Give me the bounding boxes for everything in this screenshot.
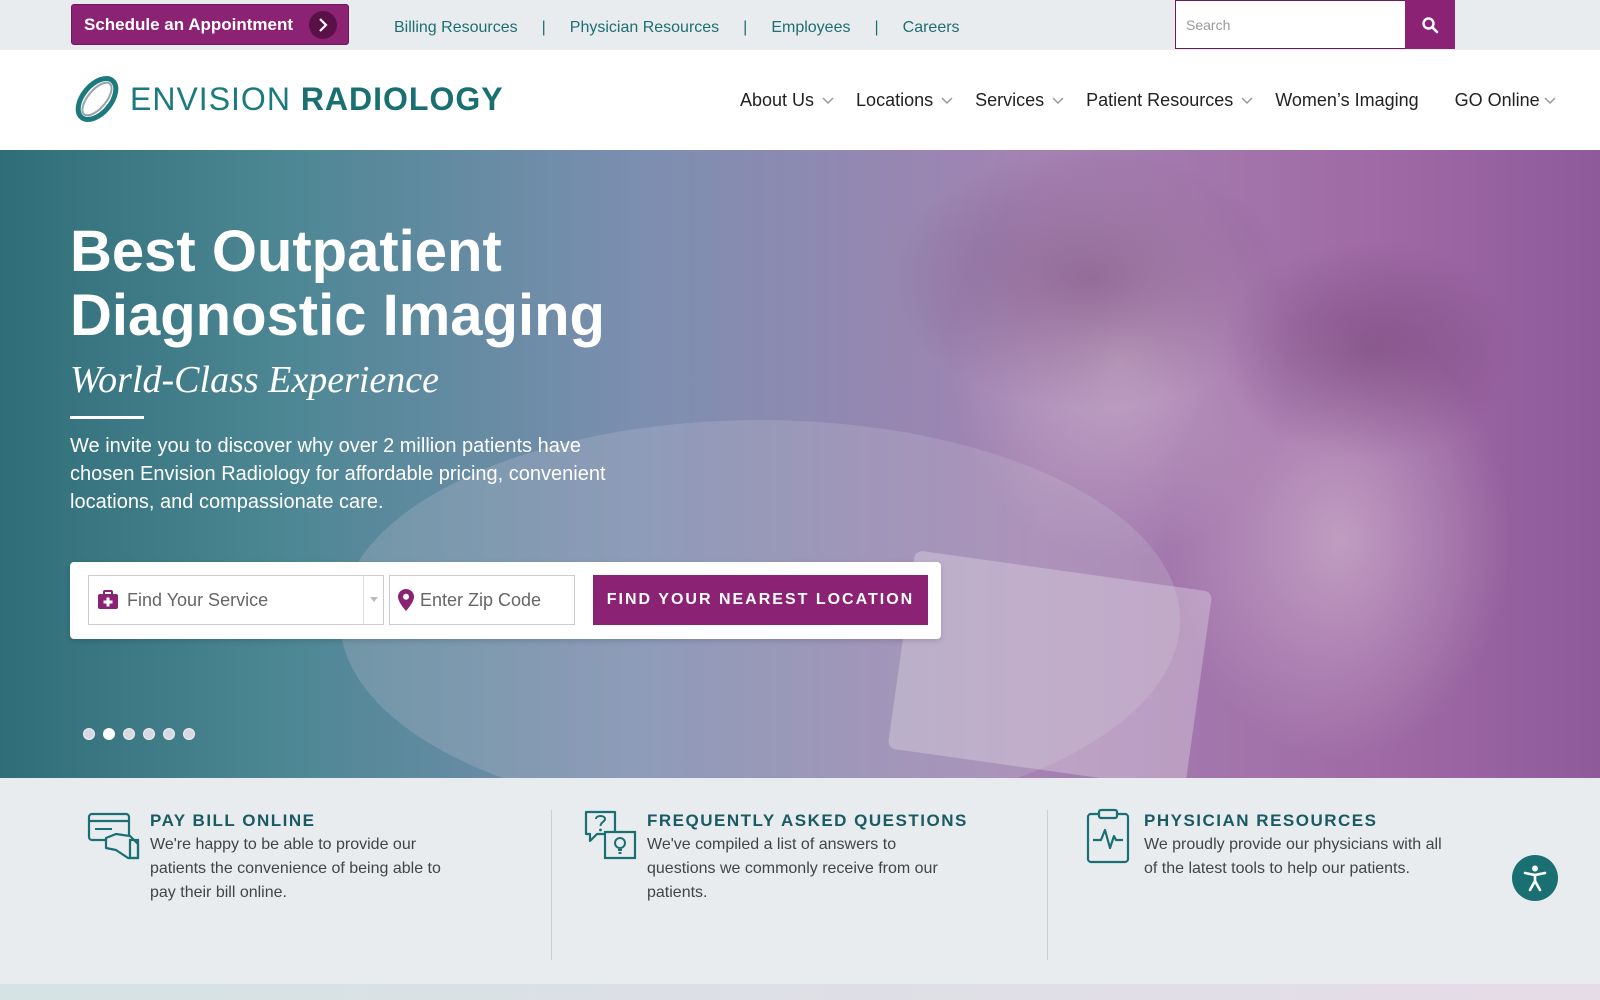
link-physician-resources[interactable]: Physician Resources — [570, 19, 719, 37]
divider — [551, 810, 552, 960]
link-separator: | — [743, 19, 748, 36]
slide-dot[interactable] — [183, 728, 195, 740]
search-icon — [1422, 16, 1439, 33]
feature-section: PAY BILL ONLINE We're happy to be able t… — [0, 778, 1600, 984]
nav-about-us[interactable]: About Us — [740, 90, 834, 111]
utility-bar: Schedule an Appointment Billing Resource… — [0, 0, 1600, 50]
hero-divider — [70, 416, 144, 419]
accessibility-icon — [1523, 865, 1547, 892]
chevron-right-icon — [309, 11, 337, 39]
feature-faq[interactable]: FREQUENTLY ASKED QUESTIONS We've compile… — [583, 808, 1013, 905]
hero-banner: Best Outpatient Diagnostic Imaging World… — [0, 150, 1600, 778]
schedule-appointment-label: Schedule an Appointment — [84, 14, 294, 34]
logo-mark-icon — [75, 76, 119, 122]
feature-text: We're happy to be able to provide our pa… — [150, 836, 441, 901]
credit-card-hand-icon — [87, 812, 140, 860]
hero-intro: We invite you to discover why over 2 mil… — [70, 435, 606, 513]
hero-title: Best Outpatient Diagnostic Imaging — [70, 219, 605, 348]
feature-text: We've compiled a list of answers to ques… — [647, 836, 938, 901]
feature-pay-bill[interactable]: PAY BILL ONLINE We're happy to be able t… — [86, 808, 516, 905]
logo-wordmark: ENVISION RADIOLOGY — [130, 81, 504, 118]
link-careers[interactable]: Careers — [903, 19, 960, 37]
nav-label: Women’s Imaging — [1275, 90, 1419, 110]
feature-text: We proudly provide our physicians with a… — [1144, 836, 1442, 877]
service-select-placeholder: Find Your Service — [127, 589, 269, 610]
nav-label: Services — [975, 90, 1045, 110]
slide-dot[interactable] — [123, 728, 135, 740]
feature-title: PAY BILL ONLINE — [150, 811, 316, 830]
zip-code-input[interactable] — [420, 589, 560, 611]
slide-indicators — [83, 728, 203, 740]
nav-label: GO Online — [1454, 90, 1540, 110]
slide-dot[interactable] — [163, 728, 175, 740]
main-nav: About Us Locations Services Patient Reso… — [740, 90, 1556, 111]
chevron-down-icon — [1241, 96, 1253, 104]
logo[interactable]: ENVISION RADIOLOGY — [70, 74, 504, 124]
link-employees[interactable]: Employees — [771, 19, 850, 37]
chevron-down-icon — [1544, 96, 1556, 104]
logo-word-envision: ENVISION — [130, 80, 291, 117]
chevron-down-icon — [1052, 96, 1064, 104]
service-select[interactable]: Find Your Service — [88, 575, 384, 625]
utility-links: Billing Resources | Physician Resources … — [394, 19, 960, 37]
map-pin-icon — [398, 589, 414, 611]
nav-locations[interactable]: Locations — [856, 90, 953, 111]
footer-strip — [0, 984, 1600, 1000]
search-button[interactable] — [1405, 0, 1455, 49]
feature-title: PHYSICIAN RESOURCES — [1144, 811, 1378, 830]
location-finder: Find Your Service FIND YOUR NEAREST LOCA… — [70, 562, 941, 639]
find-location-button[interactable]: FIND YOUR NEAREST LOCATION — [593, 575, 928, 625]
search-input[interactable] — [1175, 0, 1406, 49]
slide-dot-active[interactable] — [103, 728, 115, 740]
site-header: ENVISION RADIOLOGY About Us Locations Se… — [0, 50, 1600, 150]
divider — [1047, 810, 1048, 960]
feature-title: FREQUENTLY ASKED QUESTIONS — [647, 811, 968, 830]
hero-tagline: World-Class Experience — [70, 359, 440, 401]
chevron-down-icon — [941, 96, 953, 104]
slide-dot[interactable] — [83, 728, 95, 740]
schedule-appointment-button[interactable]: Schedule an Appointment — [71, 4, 349, 45]
chevron-down-icon — [822, 96, 834, 104]
nav-label: Locations — [856, 90, 934, 110]
dropdown-arrow-icon — [363, 576, 383, 624]
nav-patient-resources[interactable]: Patient Resources — [1086, 90, 1253, 111]
nav-label: About Us — [740, 90, 815, 110]
nav-label: Patient Resources — [1086, 90, 1234, 110]
nav-womens-imaging[interactable]: Women’s Imaging — [1275, 90, 1418, 111]
nav-go-online[interactable]: GO Online — [1455, 90, 1556, 111]
accessibility-button[interactable] — [1512, 855, 1558, 901]
zip-code-field[interactable] — [389, 575, 575, 625]
link-separator: | — [874, 19, 879, 36]
medical-kit-icon — [98, 590, 118, 609]
slide-dot[interactable] — [143, 728, 155, 740]
feature-physician-resources[interactable]: PHYSICIAN RESOURCES We proudly provide o… — [1080, 808, 1480, 881]
logo-word-radiology: RADIOLOGY — [300, 80, 504, 117]
link-separator: | — [541, 19, 546, 36]
nav-services[interactable]: Services — [975, 90, 1064, 111]
clipboard-pulse-icon — [1086, 808, 1130, 864]
question-chat-icon — [584, 810, 637, 860]
link-billing-resources[interactable]: Billing Resources — [394, 19, 518, 37]
